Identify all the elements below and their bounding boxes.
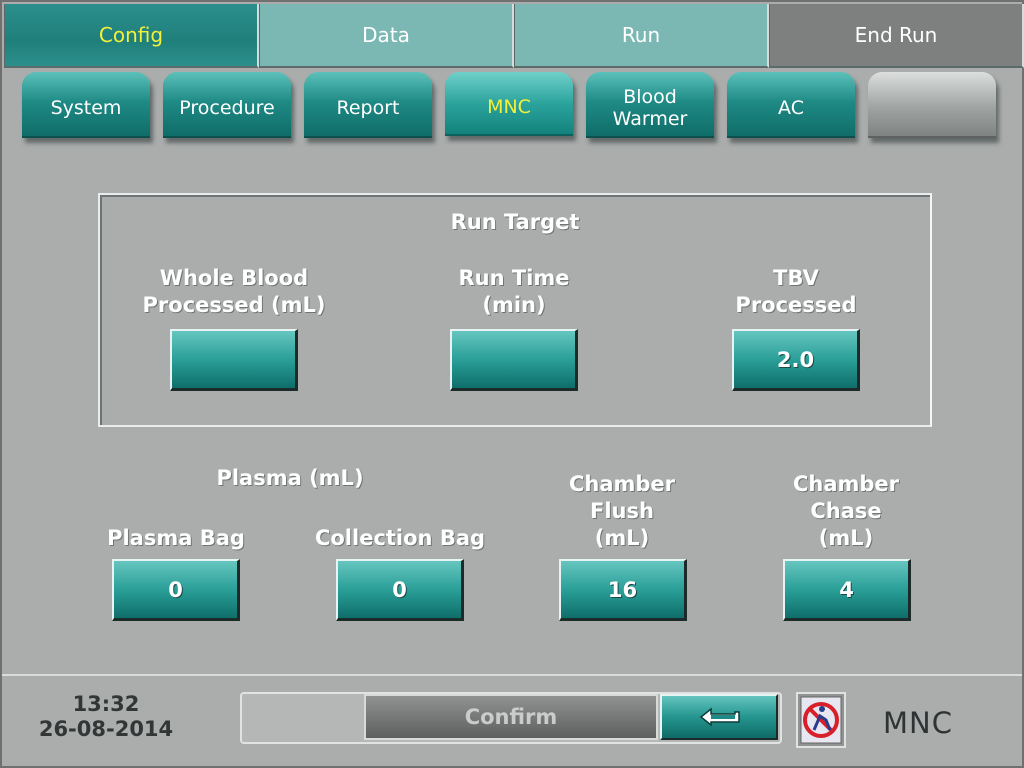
chamber-flush-label: Chamber Flush (mL) <box>542 471 702 552</box>
chamber-chase-label-line3: (mL) <box>818 526 874 550</box>
mode-label: MNC <box>883 706 953 740</box>
tab-data[interactable]: Data <box>259 4 514 68</box>
back-button[interactable] <box>660 694 778 740</box>
plasma-title: Plasma (mL) <box>216 466 364 490</box>
clock: 13:32 26-08-2014 <box>26 692 186 742</box>
subtab-system[interactable]: System <box>22 72 150 138</box>
tab-run[interactable]: Run <box>514 4 769 68</box>
subtab-ac[interactable]: AC <box>727 72 855 138</box>
collection-bag-button[interactable]: 0 <box>336 559 464 621</box>
chamber-flush-label-line1: Chamber <box>568 472 676 496</box>
tbv-label-line1: TBV <box>773 266 819 290</box>
run-time-label-line1: Run Time <box>458 266 570 290</box>
bottom-status-bar: 13:32 26-08-2014 Confirm MNC <box>2 674 1022 768</box>
run-target-panel: Run Target Whole Blood Processed (mL) Ru… <box>98 193 932 427</box>
tab-config[interactable]: Config <box>4 4 259 68</box>
collection-bag-label: Collection Bag <box>314 526 486 550</box>
subtab-procedure[interactable]: Procedure <box>163 72 291 138</box>
tab-end-run[interactable]: End Run <box>769 4 1024 68</box>
run-time-label: Run Time (min) <box>394 265 634 319</box>
sub-tab-bar: System Procedure Report MNC Blood Warmer … <box>22 72 1002 142</box>
tbv-processed-button[interactable]: 2.0 <box>732 329 860 391</box>
confirm-button[interactable]: Confirm <box>364 694 658 740</box>
whole-blood-label-line2: Processed (mL) <box>142 293 326 317</box>
chamber-flush-button[interactable]: 16 <box>559 559 687 621</box>
chamber-chase-button[interactable]: 4 <box>783 559 911 621</box>
run-time-button[interactable] <box>450 329 578 391</box>
chamber-flush-label-line3: (mL) <box>594 526 650 550</box>
chamber-chase-label-line1: Chamber <box>792 472 900 496</box>
clock-date: 26-08-2014 <box>38 717 174 741</box>
chamber-chase-label-line2: Chase <box>810 499 882 523</box>
chamber-flush-label-line2: Flush <box>590 499 654 523</box>
patient-status-indicator[interactable] <box>796 692 846 748</box>
return-arrow-icon <box>699 707 740 727</box>
whole-blood-label-line1: Whole Blood <box>159 266 309 290</box>
subtab-report[interactable]: Report <box>304 72 432 138</box>
plasma-bag-label: Plasma Bag <box>107 526 245 550</box>
no-patient-icon <box>800 696 842 744</box>
run-time-label-line2: (min) <box>482 293 546 317</box>
main-tab-bar: Config Data Run End Run <box>4 4 1024 68</box>
run-target-title: Run Target <box>450 210 580 234</box>
chamber-chase-label: Chamber Chase (mL) <box>766 471 926 552</box>
plasma-bag-button[interactable]: 0 <box>112 559 240 621</box>
clock-time: 13:32 <box>72 692 140 716</box>
whole-blood-label: Whole Blood Processed (mL) <box>114 265 354 319</box>
tbv-label-line2: Processed <box>735 293 857 317</box>
tbv-label: TBV Processed <box>676 265 916 319</box>
screen: Config Data Run End Run System Procedure… <box>0 0 1024 768</box>
subtab-mnc[interactable]: MNC <box>445 72 573 136</box>
subtab-blood-warmer[interactable]: Blood Warmer <box>586 72 714 138</box>
subtab-blank[interactable] <box>868 72 996 138</box>
whole-blood-processed-button[interactable] <box>170 329 298 391</box>
